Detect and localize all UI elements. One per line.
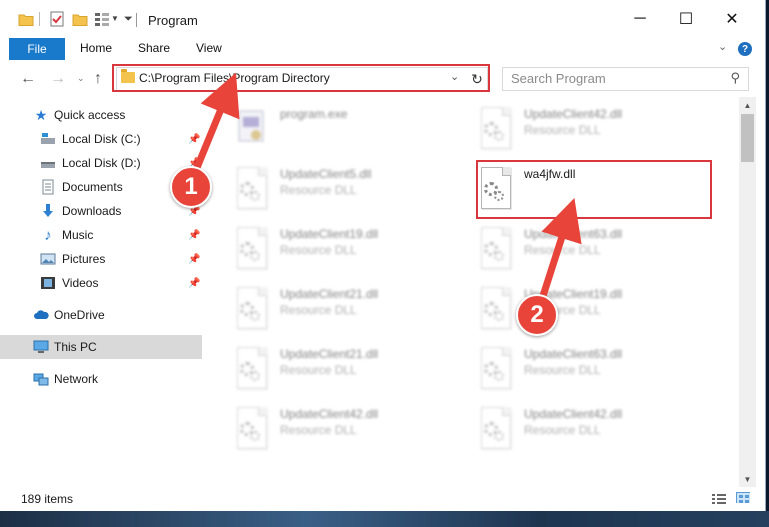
arrow-to-file	[539, 198, 582, 298]
arrow-to-address-bar	[190, 72, 240, 177]
step-badge-1: 1	[170, 166, 212, 208]
annotation-arrows	[190, 72, 582, 298]
step-badge-2: 2	[516, 294, 558, 336]
